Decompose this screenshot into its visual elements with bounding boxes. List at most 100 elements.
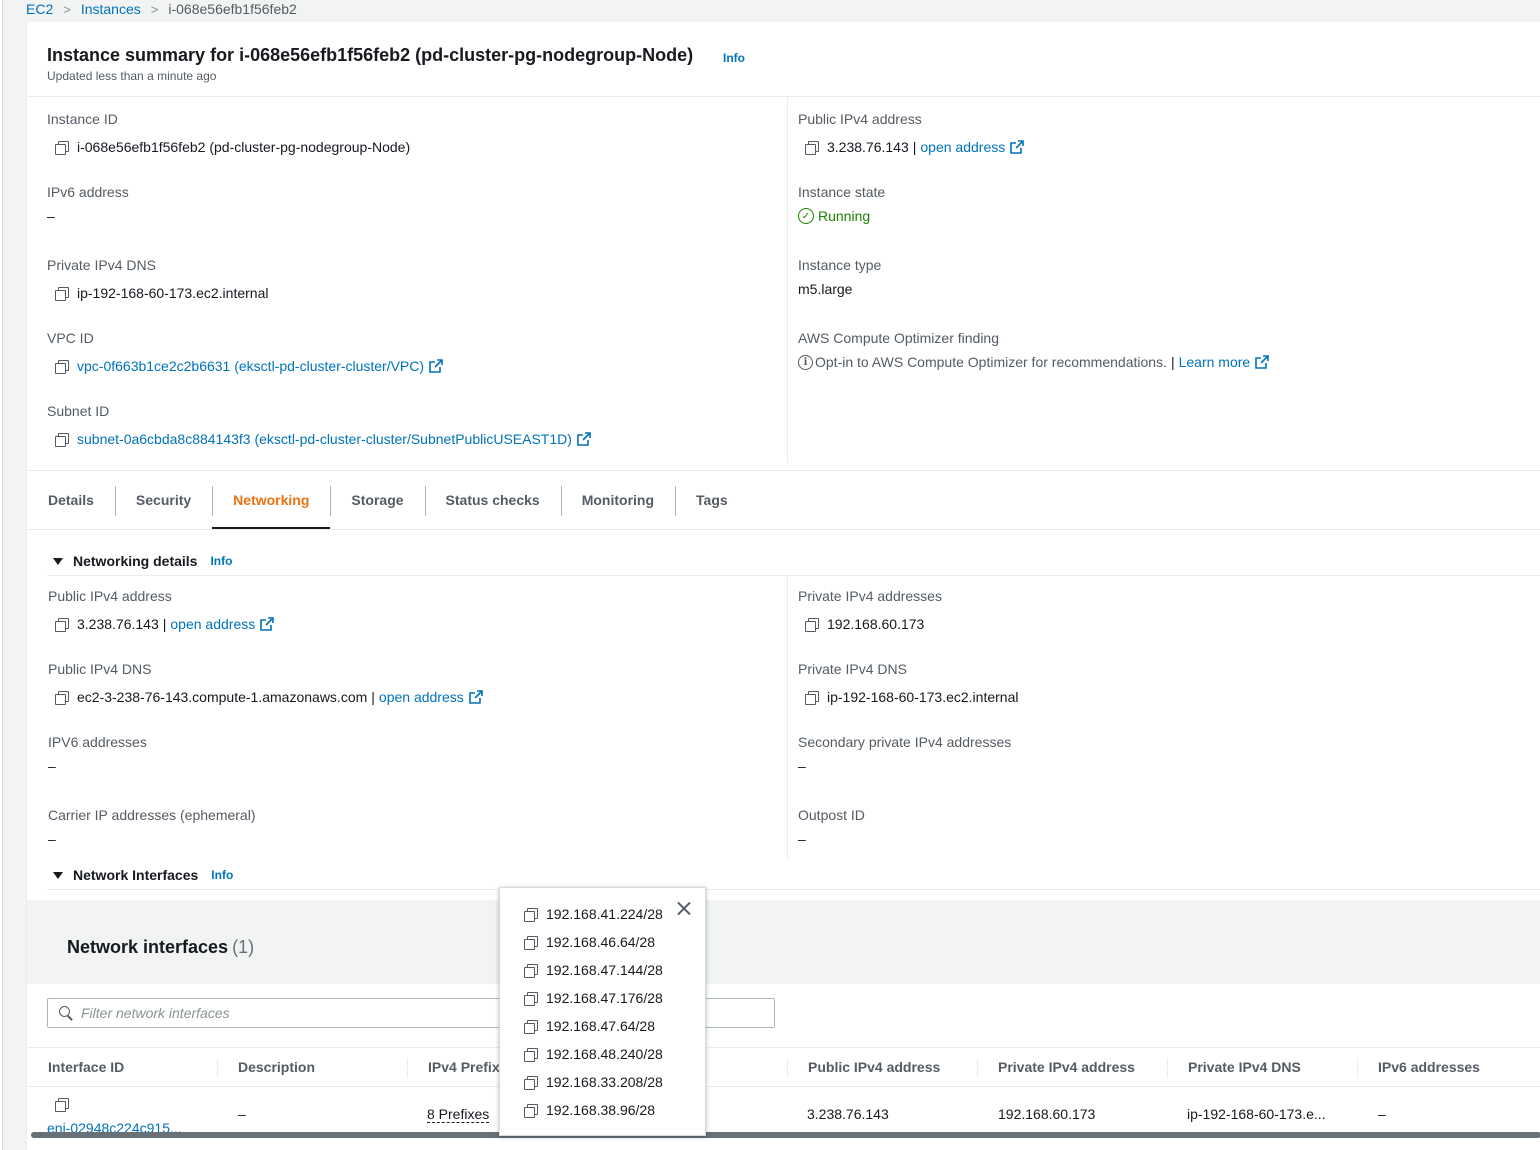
copy-icon[interactable]: [522, 906, 538, 922]
col-public-ipv4[interactable]: Public IPv4 address: [808, 1048, 940, 1086]
tab-status-checks[interactable]: Status checks: [424, 471, 561, 529]
copy-icon[interactable]: [803, 616, 819, 632]
networking-details-title: Networking details: [73, 553, 198, 569]
net-public-dns-text: ec2-3-238-76-143.compute-1.amazonaws.com: [77, 689, 368, 705]
copy-icon[interactable]: [53, 616, 69, 632]
col-description[interactable]: Description: [238, 1048, 315, 1086]
net-private-ips-label: Private IPv4 addresses: [798, 588, 942, 604]
prefixes-popover-trigger[interactable]: 8 Prefixes: [427, 1106, 490, 1123]
tab-networking[interactable]: Networking: [212, 471, 331, 529]
copy-icon[interactable]: [53, 285, 69, 301]
search-icon: [59, 1006, 73, 1020]
copy-icon[interactable]: [522, 1102, 538, 1118]
prefix-text: 192.168.47.176/28: [546, 990, 663, 1006]
copy-icon[interactable]: [803, 689, 819, 705]
check-circle-icon: ✓: [798, 208, 814, 224]
col-private-ipv4[interactable]: Private IPv4 address: [998, 1048, 1135, 1086]
prefix-item: 192.168.48.240/28: [522, 1046, 663, 1062]
instance-id-label: Instance ID: [47, 111, 118, 127]
subnet-id-link[interactable]: subnet-0a6cbda8c884143f3 (eksctl-pd-clus…: [77, 431, 572, 447]
network-interfaces-header[interactable]: Network Interfaces Info: [53, 867, 233, 883]
net-private-ips-text: 192.168.60.173: [827, 616, 925, 632]
copy-icon[interactable]: [522, 1046, 538, 1062]
copy-icon[interactable]: [522, 934, 538, 950]
copy-icon[interactable]: [53, 689, 69, 705]
column-divider: [407, 1058, 408, 1078]
tab-monitoring[interactable]: Monitoring: [560, 471, 675, 529]
table-title-text: Network interfaces: [67, 937, 229, 957]
prefix-text: 192.168.47.144/28: [546, 962, 663, 978]
divider: [47, 889, 1540, 890]
caret-down-icon: [53, 871, 63, 879]
chevron-right-icon: >: [63, 1, 71, 17]
close-icon[interactable]: [677, 901, 691, 915]
net-ipv6-label: IPV6 addresses: [48, 734, 147, 750]
open-address-link[interactable]: open address: [379, 689, 464, 705]
copy-icon[interactable]: [53, 1096, 69, 1112]
open-address-link[interactable]: open address: [170, 616, 255, 632]
tab-details[interactable]: Details: [27, 471, 115, 529]
network-interfaces-title: Network Interfaces: [73, 867, 199, 883]
vpc-id-link[interactable]: vpc-0f663b1ce2c2b6631 (eksctl-pd-cluster…: [77, 358, 424, 374]
external-link-icon[interactable]: [1010, 140, 1025, 154]
pipe-separator: |: [162, 616, 167, 632]
copy-icon[interactable]: [803, 139, 819, 155]
column-divider: [1167, 1058, 1168, 1078]
copy-icon[interactable]: [53, 358, 69, 374]
breadcrumb-instances[interactable]: Instances: [81, 1, 141, 17]
summary-info-link[interactable]: Info: [723, 51, 745, 65]
prefix-text: 192.168.48.240/28: [546, 1046, 663, 1062]
subnet-id-value: subnet-0a6cbda8c884143f3 (eksctl-pd-clus…: [53, 431, 591, 447]
col-private-dns[interactable]: Private IPv4 DNS: [1188, 1048, 1301, 1086]
external-link-icon[interactable]: [468, 690, 483, 704]
prefix-text: 192.168.38.96/28: [546, 1102, 655, 1118]
external-link-icon[interactable]: [577, 432, 591, 446]
copy-icon[interactable]: [53, 139, 69, 155]
updated-text: Updated less than a minute ago: [47, 69, 217, 83]
net-private-ips-value: 192.168.60.173: [803, 616, 924, 632]
tab-tags[interactable]: Tags: [675, 471, 749, 529]
col-interface-id[interactable]: Interface ID: [48, 1048, 124, 1086]
copy-icon[interactable]: [522, 1018, 538, 1034]
tab-storage[interactable]: Storage: [330, 471, 424, 529]
prefix-text: 192.168.46.64/28: [546, 934, 655, 950]
prefix-item: 192.168.47.176/28: [522, 990, 663, 1006]
outpost-id-value: –: [798, 831, 806, 847]
summary-header: Instance summary for i-068e56efb1f56feb2…: [27, 22, 1540, 97]
networking-details-header[interactable]: Networking details Info: [53, 553, 232, 569]
network-interfaces-info-link[interactable]: Info: [211, 868, 233, 882]
copy-icon[interactable]: [522, 962, 538, 978]
tab-security[interactable]: Security: [114, 471, 212, 529]
column-divider: [787, 1058, 788, 1078]
horizontal-scrollbar[interactable]: [31, 1132, 1540, 1138]
copy-icon[interactable]: [53, 431, 69, 447]
instance-type-value: m5.large: [798, 281, 853, 297]
learn-more-link[interactable]: Learn more: [1179, 354, 1251, 370]
open-address-link[interactable]: open address: [920, 139, 1005, 155]
side-rail: [0, 0, 3, 1150]
external-link-icon[interactable]: [1255, 355, 1269, 369]
carrier-ip-label: Carrier IP addresses (ephemeral): [48, 807, 256, 823]
prefixes-popover: 192.168.41.224/28 192.168.46.64/28 192.1…: [499, 887, 706, 1136]
page-title: Instance summary for i-068e56efb1f56feb2…: [47, 45, 694, 65]
public-ip-text: 3.238.76.143: [827, 139, 909, 155]
table-header: Interface ID Description IPv4 Prefixes P…: [27, 1047, 1540, 1087]
external-link-icon[interactable]: [260, 617, 275, 631]
carrier-ip-value: –: [48, 831, 56, 847]
col-ipv6[interactable]: IPv6 addresses: [1378, 1048, 1480, 1086]
breadcrumb: EC2 > Instances > i-068e56efb1f56feb2: [26, 0, 297, 18]
prefix-text: 192.168.33.208/28: [546, 1074, 663, 1090]
networking-info-link[interactable]: Info: [210, 554, 232, 568]
info-circle-icon: i: [798, 354, 813, 370]
net-public-dns-value: ec2-3-238-76-143.compute-1.amazonaws.com…: [53, 689, 483, 705]
external-link-icon[interactable]: [429, 359, 443, 373]
breadcrumb-ec2[interactable]: EC2: [26, 1, 53, 17]
caret-down-icon: [53, 557, 63, 565]
prefix-text: 192.168.41.224/28: [546, 906, 663, 922]
copy-icon[interactable]: [522, 990, 538, 1006]
instance-id-text: i-068e56efb1f56feb2 (pd-cluster-pg-nodeg…: [77, 139, 411, 155]
pipe-separator: |: [371, 689, 375, 705]
public-ip-value: 3.238.76.143 | open address: [803, 139, 1025, 155]
copy-icon[interactable]: [522, 1074, 538, 1090]
net-ipv6-value: –: [48, 758, 56, 774]
